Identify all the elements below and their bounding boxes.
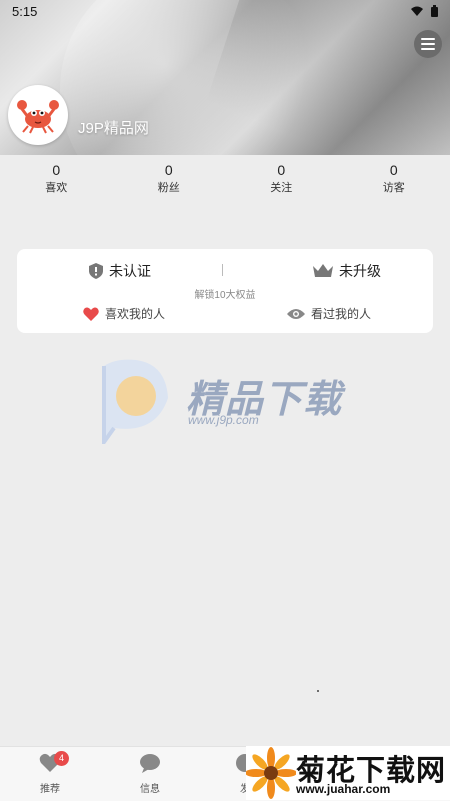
avatar[interactable] xyxy=(8,85,68,145)
notification-badge: 4 xyxy=(54,751,69,766)
likes-me-link[interactable]: 喜欢我的人 xyxy=(83,305,165,322)
crown-icon xyxy=(313,263,333,279)
stat-following[interactable]: 0 关注 xyxy=(225,160,338,200)
stat-value: 0 xyxy=(0,160,113,180)
interaction-row: 喜欢我的人 看过我的人 xyxy=(17,305,433,323)
unlock-benefits-text: 解锁10大权益 xyxy=(17,286,433,301)
nav-label: 推荐 xyxy=(20,780,80,795)
watermark-url: www.j9p.com xyxy=(188,413,259,427)
viewed-me-link[interactable]: 看过我的人 xyxy=(287,305,371,322)
crab-icon xyxy=(16,95,60,135)
stat-value: 0 xyxy=(338,160,450,180)
eye-icon xyxy=(287,308,305,320)
stats-bar: 0 喜欢 0 粉丝 0 关注 0 访客 xyxy=(0,160,450,200)
heart-icon xyxy=(83,307,99,321)
battery-icon xyxy=(431,5,438,17)
menu-button[interactable] xyxy=(414,30,442,58)
stat-label: 关注 xyxy=(225,180,338,196)
wifi-icon xyxy=(411,6,423,16)
nav-messages[interactable]: 信息 xyxy=(120,753,180,795)
juahar-watermark: 菊花下载网 www.juahar.com xyxy=(246,746,450,800)
j9p-logo-icon xyxy=(96,358,176,444)
stat-value: 0 xyxy=(225,160,338,180)
juahar-url: www.juahar.com xyxy=(296,782,390,796)
status-time: 5:15 xyxy=(12,4,37,19)
j9p-watermark: 精品下载 www.j9p.com xyxy=(96,358,356,444)
nav-label: 信息 xyxy=(120,780,180,795)
stat-label: 访客 xyxy=(338,180,450,196)
stat-value: 0 xyxy=(113,160,226,180)
stat-label: 粉丝 xyxy=(113,180,226,196)
stat-fans[interactable]: 0 粉丝 xyxy=(113,160,226,200)
upgrade-label: 未升级 xyxy=(339,261,381,281)
shield-icon xyxy=(89,263,103,279)
nav-recommend[interactable]: 4 推荐 xyxy=(20,753,80,795)
likes-me-label: 喜欢我的人 xyxy=(105,305,165,322)
certification-button[interactable]: 未认证 xyxy=(89,261,151,281)
viewed-me-label: 看过我的人 xyxy=(311,305,371,322)
profile-header: 5:15 xyxy=(0,0,450,155)
certification-label: 未认证 xyxy=(109,261,151,281)
status-icons xyxy=(411,5,438,17)
status-bar: 5:15 xyxy=(0,0,450,22)
username: J9P精品网 xyxy=(78,117,149,138)
stray-dot xyxy=(317,690,319,692)
menu-icon xyxy=(421,38,435,50)
stat-likes[interactable]: 0 喜欢 xyxy=(0,160,113,200)
upgrade-button[interactable]: 未升级 xyxy=(313,261,381,281)
flower-icon xyxy=(246,746,296,800)
divider xyxy=(222,264,223,276)
membership-card: 未认证 未升级 解锁10大权益 喜欢我的人 看过我的人 xyxy=(17,249,433,333)
membership-status-row: 未认证 未升级 xyxy=(17,261,433,281)
stat-visitors[interactable]: 0 访客 xyxy=(338,160,450,200)
stat-label: 喜欢 xyxy=(0,180,113,196)
chat-icon xyxy=(139,753,161,773)
